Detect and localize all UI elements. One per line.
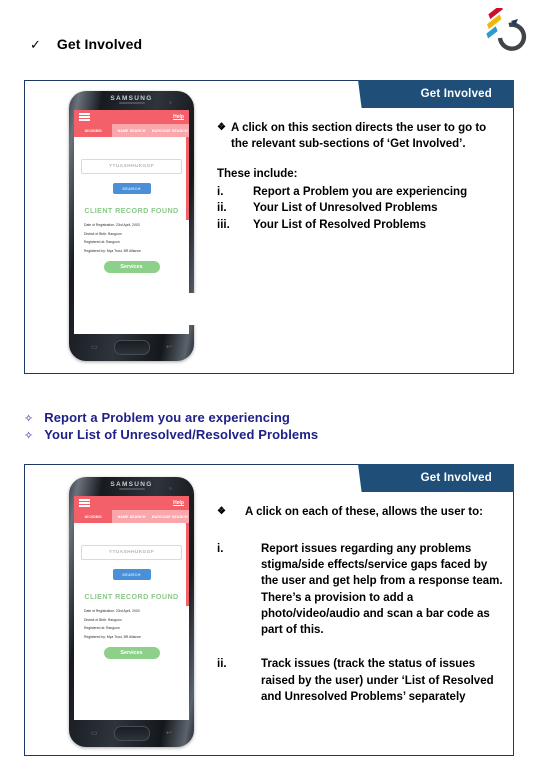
list-item: i. Report a Problem you are experiencing <box>217 184 499 201</box>
hamburger-icon[interactable] <box>79 113 90 121</box>
home-button[interactable] <box>113 726 150 741</box>
list-item-number: i. <box>217 542 224 555</box>
scroll-rail <box>186 523 189 606</box>
page-heading: ✓ Get Involved <box>30 36 142 52</box>
app-top-bar: Help <box>74 110 189 124</box>
list-item: ii. Your List of Unresolved Problems <box>217 200 499 217</box>
app-tab-bar: UIC/SIMO NAME SEARCH BARCODE SEARCH <box>74 124 189 137</box>
box1-intro: These include: <box>217 168 298 181</box>
help-link[interactable]: Help <box>173 500 184 506</box>
content-box-get-involved-details: Get Involved SAMSUNG Help UIC/SIMO NAME … <box>24 464 514 756</box>
scroll-rail <box>186 137 189 220</box>
tab-barcode-search[interactable]: BARCODE SEARCH <box>150 124 189 137</box>
phone-mockup: SAMSUNG Help UIC/SIMO NAME SEARCH BARCOD… <box>69 477 194 747</box>
list-item-label: Report issues regarding any problems sti… <box>261 542 503 637</box>
phone-speaker <box>118 102 145 104</box>
sub-section-label: Report a Problem you are experiencing <box>44 410 290 425</box>
nav-back-icon[interactable]: ↩ <box>166 729 172 737</box>
diamond-bullet-icon: ❖ <box>217 506 226 517</box>
services-button[interactable]: Services <box>103 646 160 659</box>
nav-square-icon[interactable]: ▭ <box>91 729 98 737</box>
search-button[interactable]: SEARCH <box>112 569 151 580</box>
circle-arrow-logo <box>486 8 527 51</box>
result-heading: CLIENT RECORD FOUND <box>84 206 179 215</box>
list-item: i. Report issues regarding any problems … <box>217 541 507 639</box>
tab-barcode-search[interactable]: BARCODE SEARCH <box>150 510 189 523</box>
banner-label: Get Involved <box>368 464 514 492</box>
box1-numbered-list: i. Report a Problem you are experiencing… <box>217 184 499 234</box>
phone-screen: Help UIC/SIMO NAME SEARCH BARCODE SEARCH… <box>74 496 189 720</box>
box1-text-column: ❖ A click on this section directs the us… <box>217 121 499 234</box>
box1-bullet: ❖ A click on this section directs the us… <box>217 121 499 152</box>
box2-numbered-list: i. Report issues regarding any problems … <box>217 541 507 706</box>
search-button[interactable]: SEARCH <box>112 183 151 194</box>
help-link[interactable]: Help <box>173 114 184 120</box>
content-box-get-involved-overview: Get Involved SAMSUNG Help UIC/SIMO NAME … <box>24 80 514 374</box>
banner-tail-shape <box>358 80 368 108</box>
tab-uic-simo[interactable]: UIC/SIMO <box>74 124 113 137</box>
section-banner: Get Involved <box>358 80 514 108</box>
mask-notch <box>163 293 197 325</box>
record-line: Registered by: Mya Trust, BR Alliance <box>84 249 141 254</box>
app-tab-bar: UIC/SIMO NAME SEARCH BARCODE SEARCH <box>74 510 189 523</box>
sub-section-item-report-problem[interactable]: ✧ Report a Problem you are experiencing <box>24 410 318 425</box>
list-item-label: Track issues (track the status of issues… <box>261 658 494 704</box>
list-item: ii. Track issues (track the status of is… <box>217 656 507 705</box>
nav-square-icon[interactable]: ▭ <box>91 343 98 351</box>
list-item-number: ii. <box>217 658 227 671</box>
box2-bullet-text: A click on each of these, allows the use… <box>245 506 483 518</box>
sub-section-list: ✧ Report a Problem you are experiencing … <box>24 410 318 444</box>
record-line: Registered at: Rangoon <box>84 626 120 631</box>
tab-name-search[interactable]: NAME SEARCH <box>112 124 151 137</box>
tab-name-search[interactable]: NAME SEARCH <box>112 510 151 523</box>
record-details: Date of Registration: 23rd April, 2003 D… <box>81 223 182 254</box>
brand-logo <box>478 8 530 56</box>
sub-section-item-problem-lists[interactable]: ✧ Your List of Unresolved/Resolved Probl… <box>24 427 318 442</box>
app-top-bar: Help <box>74 496 189 510</box>
star-bullet-icon: ✧ <box>24 413 34 425</box>
record-line: District of Birth: Rangoon <box>84 617 122 622</box>
list-item: iii. Your List of Resolved Problems <box>217 217 499 234</box>
app-content-pane: YTUASHHUKGGF SEARCH CLIENT RECORD FOUND … <box>74 523 189 720</box>
tab-uic-simo[interactable]: UIC/SIMO <box>74 510 113 523</box>
box1-bullet-text: A click on this section directs the user… <box>231 122 487 150</box>
diamond-bullet-icon: ❖ <box>217 122 226 133</box>
list-item-number: iii. <box>217 218 230 231</box>
home-button[interactable] <box>113 340 150 355</box>
search-input[interactable]: YTUASHHUKGGF <box>81 159 182 174</box>
box2-bullet: ❖ A click on each of these, allows the u… <box>217 505 507 521</box>
list-item-label: Your List of Unresolved Problems <box>253 202 438 215</box>
result-heading: CLIENT RECORD FOUND <box>84 592 179 601</box>
banner-label: Get Involved <box>368 80 514 108</box>
record-line: Date of Registration: 23rd April, 2003 <box>84 609 140 613</box>
phone-brand-label: SAMSUNG <box>110 481 153 488</box>
record-line: Date of Registration: 23rd April, 2003 <box>84 223 140 227</box>
search-input[interactable]: YTUASHHUKGGF <box>81 545 182 560</box>
list-item-label: Your List of Resolved Problems <box>253 218 426 231</box>
record-line: Registered at: Rangoon <box>84 240 120 245</box>
record-line: Registered by: Mya Trust, BR Alliance <box>84 635 141 640</box>
page-title: Get Involved <box>56 36 143 52</box>
phone-speaker <box>118 488 145 490</box>
list-item-label: Report a Problem you are experiencing <box>253 185 468 198</box>
hamburger-icon[interactable] <box>79 499 90 507</box>
sub-section-label: Your List of Unresolved/Resolved Problem… <box>44 427 319 442</box>
list-item-number: i. <box>217 185 224 198</box>
record-line: District of Birth: Rangoon <box>84 231 122 236</box>
star-bullet-icon: ✧ <box>24 430 34 442</box>
record-details: Date of Registration: 23rd April, 2003 D… <box>81 609 182 640</box>
box2-text-column: ❖ A click on each of these, allows the u… <box>217 505 507 723</box>
services-button[interactable]: Services <box>103 260 160 273</box>
phone-brand-label: SAMSUNG <box>110 95 153 102</box>
check-icon: ✓ <box>30 36 41 52</box>
banner-tail-shape <box>358 464 368 492</box>
nav-back-icon[interactable]: ↩ <box>166 343 172 351</box>
list-item-number: ii. <box>217 202 227 215</box>
section-banner: Get Involved <box>358 464 514 492</box>
